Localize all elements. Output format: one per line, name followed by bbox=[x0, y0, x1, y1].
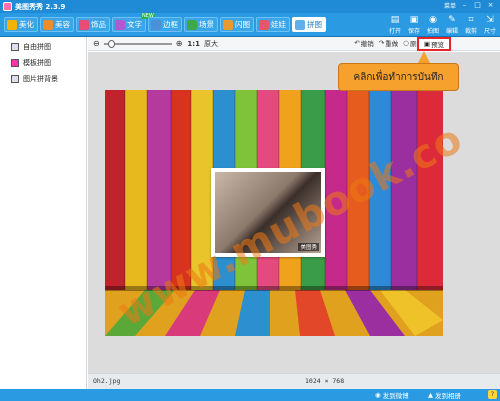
zoom-out-icon[interactable]: ⊖ bbox=[93, 39, 100, 48]
share-weibo-button[interactable]: ◉ 发到微博 bbox=[375, 390, 409, 400]
background-collage-icon bbox=[11, 75, 19, 83]
zoom-ratio-button[interactable]: 1:1 bbox=[187, 40, 200, 48]
status-bar: ◉ 发到微博 ▲ 发到相册 ? bbox=[0, 389, 500, 401]
crop-icon: ⌗ bbox=[468, 15, 474, 25]
tab-doll[interactable]: 娃娃 bbox=[256, 17, 290, 32]
callout-pointer bbox=[418, 51, 430, 63]
folder-icon: ▤ bbox=[390, 15, 400, 25]
capture-button[interactable]: ◉ 拍图 bbox=[425, 15, 441, 35]
scene-icon bbox=[187, 19, 197, 30]
tab-frame[interactable]: 边框 bbox=[148, 17, 182, 32]
preview-button[interactable]: ▣ 预览 bbox=[417, 37, 451, 51]
app-logo-icon bbox=[3, 2, 12, 11]
puzzle-icon bbox=[295, 19, 305, 30]
redo-button[interactable]: ↷ 重做 bbox=[379, 38, 398, 48]
menu-button[interactable]: 菜单 bbox=[444, 1, 456, 10]
album-icon: ▲ bbox=[428, 391, 433, 399]
edit-icon: ✎ bbox=[448, 15, 456, 25]
tab-face[interactable]: 美容 bbox=[40, 17, 74, 32]
template-collage-icon bbox=[11, 59, 19, 67]
undo-icon: ↶ bbox=[354, 39, 360, 47]
minimize-icon[interactable]: – bbox=[460, 1, 469, 10]
weibo-icon: ◉ bbox=[375, 391, 381, 399]
main-toolbar: 美化 美容 饰品 文字 NEW 边框 场景 闪图 娃娃 拼图 ▤ 打开 ▣ 保存 ◉ 拍… bbox=[0, 13, 500, 37]
heart-icon bbox=[79, 19, 89, 30]
file-tools: ▤ 打开 ▣ 保存 ◉ 拍图 ✎ 编辑 ⌗ 裁剪 ⇲ 尺寸 bbox=[387, 15, 498, 35]
open-button[interactable]: ▤ 打开 bbox=[387, 15, 403, 35]
tab-flash[interactable]: 闪图 bbox=[220, 17, 254, 32]
title-bar: 美图秀秀 2.3.9 菜单 – □ × bbox=[0, 0, 500, 13]
zoom-slider-handle[interactable] bbox=[107, 39, 115, 48]
face-icon bbox=[43, 19, 53, 30]
original-size-button[interactable]: 原大 bbox=[204, 39, 218, 49]
collage-mode-panel: 自由拼图 模板拼图 图片拼背景 bbox=[0, 37, 87, 389]
image-info-bar: Oh2.jpg 1024 × 768 bbox=[88, 373, 500, 389]
help-icon[interactable]: ? bbox=[488, 390, 497, 399]
save-icon: ▣ bbox=[409, 15, 419, 25]
frame-icon bbox=[151, 19, 161, 30]
camera-icon: ◉ bbox=[429, 15, 437, 25]
template-collage-item[interactable]: 模板拼图 bbox=[0, 56, 86, 70]
tab-scene[interactable]: 场景 bbox=[184, 17, 218, 32]
preview-icon: ▣ bbox=[423, 40, 431, 48]
crop-button[interactable]: ⌗ 裁剪 bbox=[463, 15, 479, 35]
instruction-callout: คลิกเพื่อทำการบันทึก bbox=[338, 63, 459, 91]
background-collage-item[interactable]: 图片拼背景 bbox=[0, 72, 86, 86]
window-controls: 菜单 – □ × bbox=[444, 1, 495, 10]
maximize-icon[interactable]: □ bbox=[473, 1, 482, 10]
zoom-in-icon[interactable]: ⊕ bbox=[176, 39, 183, 48]
edit-button[interactable]: ✎ 编辑 bbox=[444, 15, 460, 35]
beautify-icon bbox=[7, 19, 17, 30]
edit-bar: ⊖ ⊕ 1:1 原大 ↶撤销 ↷重做 ○原图 ◫对比 ▣预览 bbox=[88, 37, 500, 51]
close-icon[interactable]: × bbox=[486, 1, 495, 10]
size-icon: ⇲ bbox=[486, 15, 494, 25]
image-dimensions: 1024 × 768 bbox=[305, 377, 345, 385]
tab-decoration[interactable]: 饰品 bbox=[76, 17, 110, 32]
zoom-slider[interactable] bbox=[103, 39, 172, 48]
save-button[interactable]: ▣ 保存 bbox=[406, 15, 422, 35]
tab-puzzle[interactable]: 拼图 bbox=[292, 17, 326, 32]
undo-button[interactable]: ↶ 撤销 bbox=[354, 38, 373, 48]
free-collage-item[interactable]: 自由拼图 bbox=[0, 40, 86, 54]
free-collage-icon bbox=[11, 43, 19, 51]
flash-icon bbox=[223, 19, 233, 30]
window-title: 美图秀秀 2.3.9 bbox=[15, 2, 66, 11]
redo-icon: ↷ bbox=[378, 39, 385, 47]
feature-tabs: 美化 美容 饰品 文字 NEW 边框 场景 闪图 娃娃 拼图 bbox=[4, 13, 326, 32]
text-icon bbox=[115, 19, 125, 30]
circle-icon: ○ bbox=[403, 39, 409, 47]
image-canvas: 美图秀 www.mubook.co bbox=[88, 52, 500, 373]
doll-icon bbox=[259, 19, 269, 30]
size-button[interactable]: ⇲ 尺寸 bbox=[482, 15, 498, 35]
tab-text[interactable]: 文字 NEW bbox=[112, 13, 155, 32]
share-album-button[interactable]: ▲ 发到相册 bbox=[428, 390, 461, 400]
file-name: Oh2.jpg bbox=[93, 377, 121, 385]
tab-beautify[interactable]: 美化 bbox=[4, 17, 38, 32]
